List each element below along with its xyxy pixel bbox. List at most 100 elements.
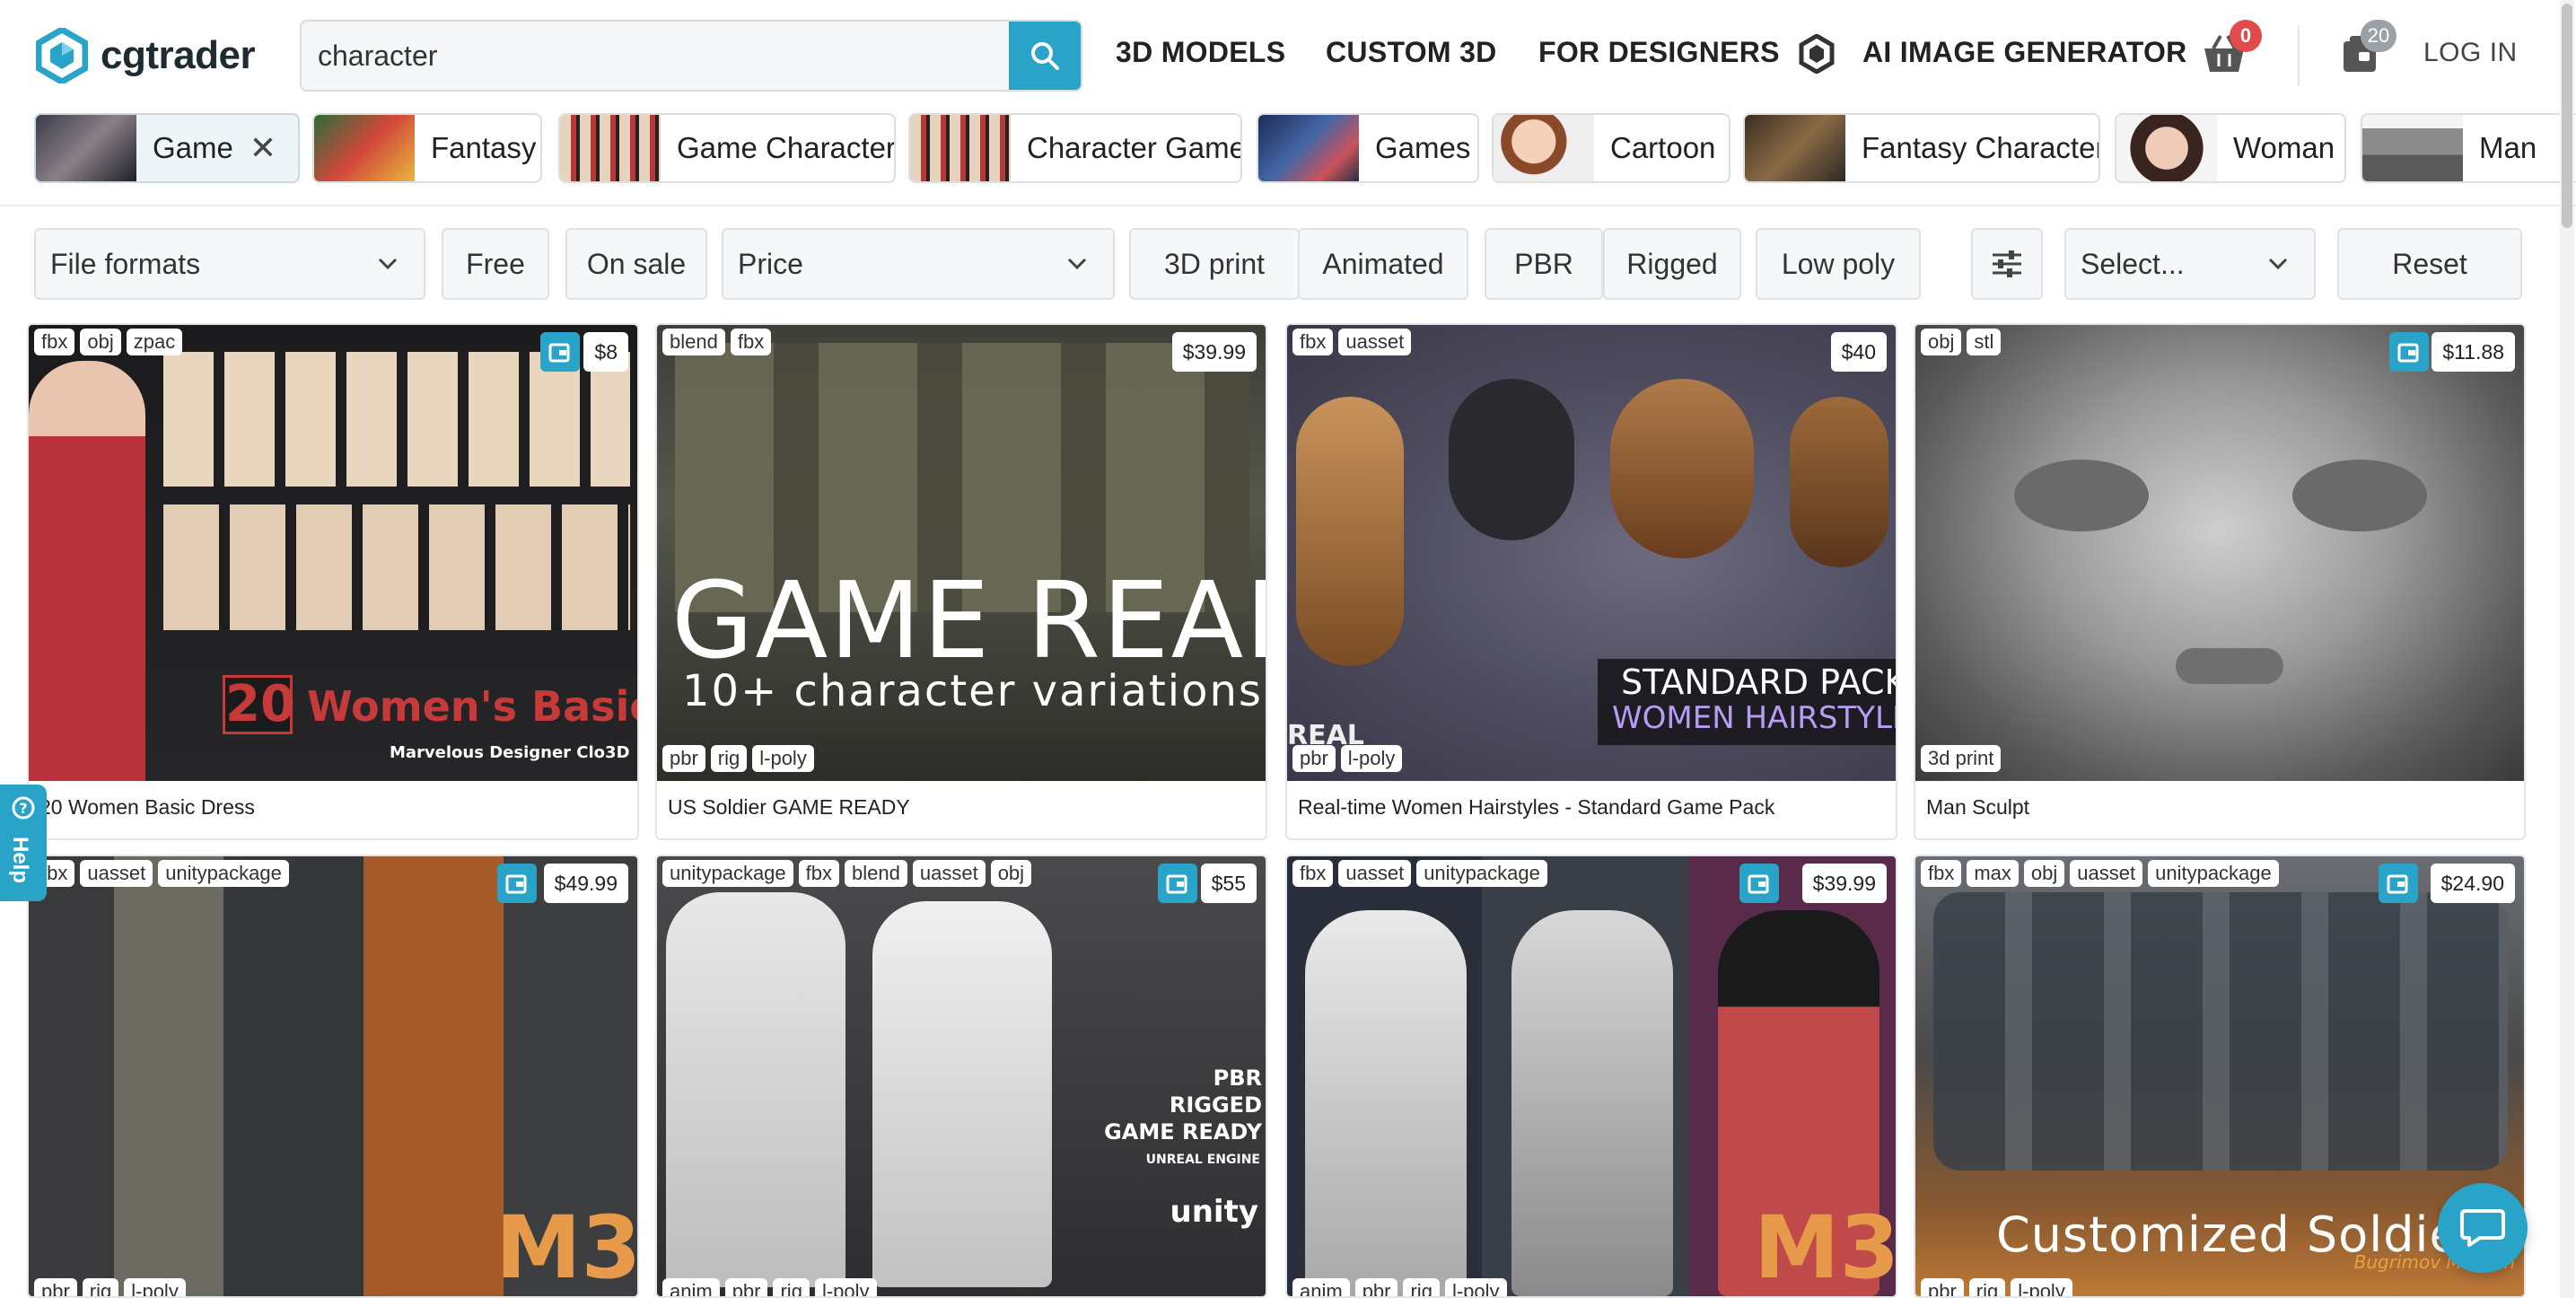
format-tag: unitypackage (1416, 860, 1547, 887)
overlay-subtitle: 10+ character variations (682, 666, 1263, 716)
sort-select[interactable]: Select... (2064, 228, 2316, 300)
hair-ponytail (1296, 397, 1404, 666)
format-tag: fbx (1921, 860, 1962, 887)
ai-generator-icon (1799, 34, 1835, 74)
reset-button[interactable]: Reset (2337, 228, 2522, 300)
royalty-free-badge (1158, 864, 1197, 903)
unreal-logo: UNREAL ENGINE (1145, 1153, 1260, 1167)
advanced-filters-button[interactable] (1971, 228, 2043, 300)
product-card[interactable]: Customized Soldier Bugrimov Maksim fbx m… (1914, 855, 2526, 1298)
3d-print-filter-button[interactable]: 3D print (1129, 228, 1300, 300)
pbr-filter-button[interactable]: PBR (1485, 228, 1603, 300)
model-figure (29, 361, 145, 781)
product-image[interactable]: GAME READY 10+ character variations (657, 325, 1266, 781)
hair-braid (1449, 379, 1574, 540)
product-image[interactable]: Customized Soldier Bugrimov Maksim (1915, 856, 2524, 1296)
chip-game-character[interactable]: Game Character (558, 113, 896, 183)
product-card[interactable]: M3 fbx uasset unitypackage pbr rig l-pol… (27, 855, 639, 1298)
related-tags-bar: Game ✕ Fantasy Game Character Character … (0, 111, 2576, 205)
product-price: $24.90 (2430, 864, 2515, 903)
overlay-line: GAME READY (1104, 1119, 1262, 1145)
chevron-down-icon (2268, 258, 2288, 270)
nav-for-designers[interactable]: FOR DESIGNERS (1538, 36, 1780, 69)
search-icon (1031, 42, 1059, 70)
product-image[interactable]: STANDARD PACK WOMEN HAIRSTYLES REAL (1287, 325, 1896, 781)
dress-row-top (163, 352, 630, 487)
feature-tags: pbr rig l-poly (1921, 1278, 2072, 1296)
product-title[interactable]: US Soldier GAME READY (668, 795, 910, 820)
chip-game[interactable]: Game ✕ (34, 113, 300, 183)
feature-tag: pbr (1354, 1278, 1398, 1296)
file-formats-select[interactable]: File formats (34, 228, 425, 300)
feature-tag: pbr (662, 745, 705, 772)
svg-text:?: ? (19, 800, 27, 817)
overlay-subtitle: WOMEN HAIRSTYLES (1612, 700, 1896, 736)
search-input[interactable] (302, 22, 1011, 90)
feature-tag: l-poly (1444, 1278, 1507, 1296)
product-image[interactable]: PBR RIGGED GAME READY UNREAL ENGINE unit… (657, 856, 1266, 1296)
product-card[interactable]: GAME READY 10+ character variations blen… (655, 323, 1267, 840)
format-tags: fbx uasset unitypackage (1292, 860, 1547, 887)
product-card[interactable]: M3 fbx uasset unitypackage anim pbr rig … (1285, 855, 1897, 1298)
nav-custom-3d[interactable]: CUSTOM 3D (1326, 36, 1497, 69)
nav-ai-image-generator[interactable]: AI IMAGE GENERATOR (1862, 36, 2187, 69)
help-icon: ? (12, 796, 35, 820)
close-icon[interactable]: ✕ (250, 129, 296, 167)
feature-tag: l-poly (752, 745, 814, 772)
product-image[interactable]: M3 (29, 856, 637, 1296)
chip-games[interactable]: Games (1257, 113, 1479, 183)
product-title[interactable]: Real-time Women Hairstyles - Standard Ga… (1298, 795, 1774, 820)
low-poly-filter-button[interactable]: Low poly (1756, 228, 1921, 300)
format-tags: unitypackage fbx blend uasset obj (662, 860, 1032, 887)
format-tag: fbx (798, 860, 840, 887)
feature-tag: l-poly (124, 1278, 186, 1296)
product-image[interactable] (1915, 325, 2524, 781)
product-card[interactable]: obj stl 3d print $11.88 Man Sculpt (1914, 323, 2526, 840)
product-price: $55 (1200, 864, 1257, 903)
format-tags: fbx uasset (1292, 329, 1412, 355)
login-link[interactable]: LOG IN (2423, 38, 2518, 68)
chip-thumbnail (1258, 115, 1359, 181)
overlay-number: 20 (223, 675, 295, 734)
product-price: $11.88 (2431, 332, 2515, 372)
format-tag: zpac (126, 329, 183, 355)
feature-tag: l-poly (1340, 745, 1403, 772)
product-title[interactable]: 20 Women Basic Dress (39, 795, 255, 820)
cgtrader-logo[interactable]: cgtrader (36, 25, 256, 86)
feature-tag: rig (1403, 1278, 1440, 1296)
astronaut-1 (1305, 910, 1467, 1296)
search-button[interactable] (1009, 22, 1081, 90)
chip-character-game[interactable]: Character Game (908, 113, 1242, 183)
format-tag: obj (2023, 860, 2065, 887)
eye-right (2292, 460, 2427, 531)
overlay-title: GAME READY (671, 558, 1266, 682)
product-card[interactable]: 20 Women's Basic Dr Marvelous Designer C… (27, 323, 639, 840)
logo-icon (36, 28, 88, 83)
eye-left (2014, 460, 2149, 531)
chip-man[interactable]: Man (2361, 113, 2576, 183)
product-card[interactable]: PBR RIGGED GAME READY UNREAL ENGINE unit… (655, 855, 1267, 1298)
chat-button[interactable] (2438, 1183, 2528, 1273)
product-image[interactable]: M3 (1287, 856, 1896, 1296)
product-card[interactable]: STANDARD PACK WOMEN HAIRSTYLES REAL fbx … (1285, 323, 1897, 840)
free-filter-button[interactable]: Free (442, 228, 549, 300)
product-image[interactable]: 20 Women's Basic Dr Marvelous Designer C… (29, 325, 637, 781)
chip-fantasy[interactable]: Fantasy (312, 113, 542, 183)
product-title[interactable]: Man Sculpt (1926, 795, 2029, 820)
wallet-icon (1166, 874, 1187, 894)
help-tab[interactable]: ? Help (0, 785, 47, 901)
price-select[interactable]: Price (722, 228, 1115, 300)
on-sale-filter-button[interactable]: On sale (565, 228, 707, 300)
chip-label: Man (2479, 131, 2537, 164)
animated-filter-button[interactable]: Animated (1298, 228, 1468, 300)
chip-woman[interactable]: Woman (2115, 113, 2346, 183)
royalty-free-badge (540, 332, 580, 372)
feature-tags: pbr l-poly (1292, 745, 1403, 772)
feature-tags: pbr rig l-poly (662, 745, 814, 772)
chip-cartoon[interactable]: Cartoon (1492, 113, 1730, 183)
rigged-filter-button[interactable]: Rigged (1603, 228, 1741, 300)
chip-fantasy-character[interactable]: Fantasy Character (1743, 113, 2100, 183)
scrollbar-thumb[interactable] (2562, 4, 2572, 228)
product-price: $8 (583, 332, 628, 372)
nav-3d-models[interactable]: 3D MODELS (1116, 36, 1285, 69)
